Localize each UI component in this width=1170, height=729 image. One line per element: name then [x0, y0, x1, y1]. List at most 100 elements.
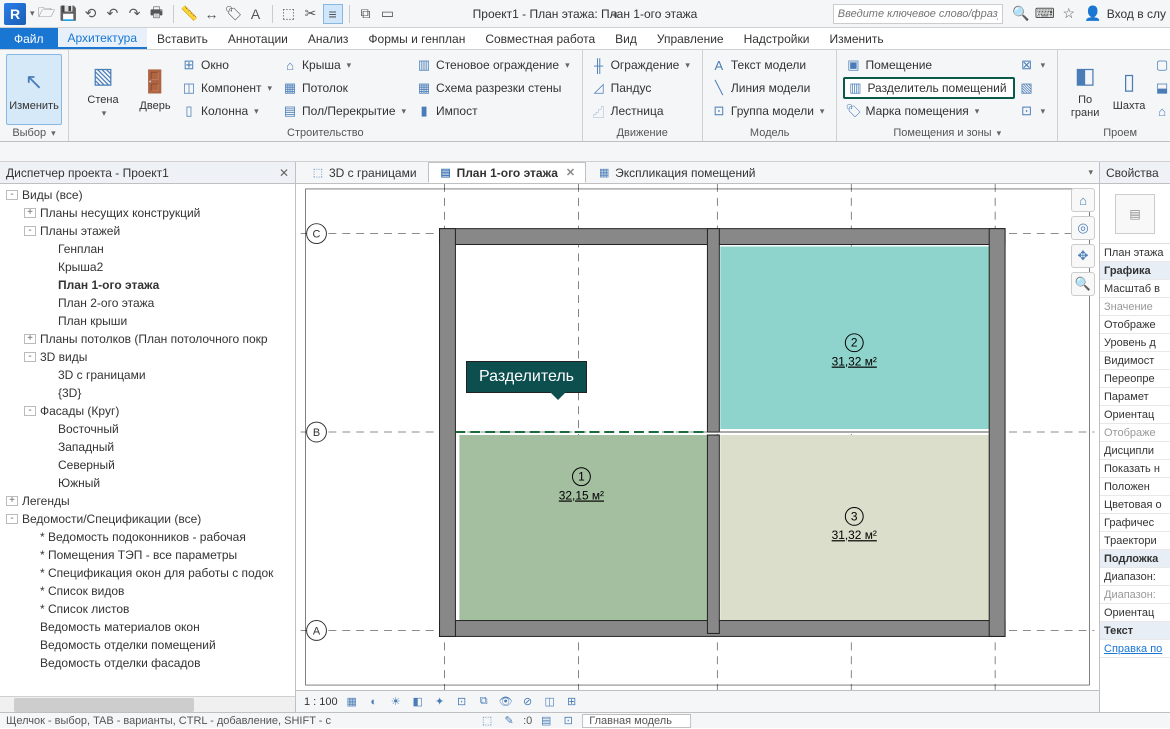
tree-node[interactable]: -3D виды: [0, 348, 295, 366]
tree-node[interactable]: -Виды (все): [0, 186, 295, 204]
curtain-wall-button[interactable]: ▥Стеновое ограждение▾: [414, 54, 576, 76]
column-button[interactable]: ▯Колонна▾: [179, 100, 278, 122]
favorite-icon[interactable]: ☆: [1059, 4, 1079, 24]
tree-toggle-icon[interactable]: -: [24, 226, 36, 236]
tree-node[interactable]: План 1-ого этажа: [0, 276, 295, 294]
prop-row[interactable]: Отображе: [1100, 316, 1170, 334]
tree-node[interactable]: Генплан: [0, 240, 295, 258]
crop-icon[interactable]: ⊡: [454, 694, 470, 710]
prop-row[interactable]: Ориентац: [1100, 406, 1170, 424]
tree-node[interactable]: * Ведомость подоконников - рабочая: [0, 528, 295, 546]
wall-opening-button[interactable]: ▢: [1152, 54, 1170, 76]
redo-icon[interactable]: ↷: [125, 4, 145, 24]
open-icon[interactable]: 🗁: [37, 4, 57, 24]
prop-row[interactable]: Цветовая о: [1100, 496, 1170, 514]
tree-node[interactable]: -Фасады (Круг): [0, 402, 295, 420]
tree-node[interactable]: +Планы несущих конструкций: [0, 204, 295, 222]
crop-show-icon[interactable]: ⧉: [476, 694, 492, 710]
menu-modify[interactable]: Изменить: [819, 28, 893, 49]
home-icon[interactable]: ⌂: [1071, 188, 1095, 212]
model-group-button[interactable]: ⊡Группа модели▾: [709, 100, 831, 122]
tree-node[interactable]: * Спецификация окон для работы с подок: [0, 564, 295, 582]
reveal-icon[interactable]: ◫: [542, 694, 558, 710]
stair-button[interactable]: 𓊍Лестница: [589, 100, 696, 122]
measure-icon[interactable]: 📏: [180, 4, 200, 24]
tree-node[interactable]: Северный: [0, 456, 295, 474]
menu-insert[interactable]: Вставить: [147, 28, 218, 49]
worksets-icon[interactable]: ✎: [501, 713, 517, 729]
tree-node[interactable]: 3D с границами: [0, 366, 295, 384]
keyword-search[interactable]: [833, 4, 1003, 24]
tree-node[interactable]: +Легенды: [0, 492, 295, 510]
tree-node[interactable]: * Список листов: [0, 600, 295, 618]
tree-toggle-icon[interactable]: -: [24, 406, 36, 416]
tree-toggle-icon[interactable]: -: [24, 352, 36, 362]
temp-hide-icon[interactable]: ⊘: [520, 694, 536, 710]
print-icon[interactable]: 🖶: [147, 4, 167, 24]
menu-annotate[interactable]: Аннотации: [218, 28, 298, 49]
wall-button[interactable]: ▧ Стена▾: [75, 54, 131, 125]
close-icon[interactable]: ✕: [279, 166, 289, 180]
ceiling-button[interactable]: ▦Потолок: [280, 77, 412, 99]
unhide-icon[interactable]: 👁: [498, 694, 514, 710]
worksharing-icon[interactable]: ⊞: [564, 694, 580, 710]
vert-opening-button[interactable]: ⬓: [1152, 77, 1170, 99]
tree-node[interactable]: Западный: [0, 438, 295, 456]
sync-icon[interactable]: ⟲: [81, 4, 101, 24]
tabs-overflow-icon[interactable]: ▾: [1088, 167, 1093, 178]
tag-icon[interactable]: 🏷: [224, 4, 244, 24]
tree-node[interactable]: План крыши: [0, 312, 295, 330]
curtain-grid-button[interactable]: ▦Схема разрезки стены: [414, 77, 576, 99]
keyword-input[interactable]: [838, 8, 998, 20]
detail-level-icon[interactable]: ▦: [344, 694, 360, 710]
door-button[interactable]: 🚪 Дверь: [133, 54, 177, 125]
tab-close-icon[interactable]: ✕: [566, 166, 575, 179]
tree-toggle-icon[interactable]: +: [24, 334, 36, 344]
tree-toggle-icon[interactable]: +: [6, 496, 18, 506]
user-icon[interactable]: 👤: [1083, 4, 1103, 24]
close-inactive-icon[interactable]: ⧉: [356, 4, 376, 24]
infocenter-icon[interactable]: 🔍: [1011, 4, 1031, 24]
byface-button[interactable]: ◧ По грани: [1064, 54, 1106, 125]
chevron-down-icon[interactable]: ▾: [51, 128, 56, 138]
menu-view[interactable]: Вид: [605, 28, 647, 49]
tree-node[interactable]: Восточный: [0, 420, 295, 438]
editable-only-icon[interactable]: ⊡: [560, 713, 576, 729]
h-scrollbar[interactable]: [0, 696, 295, 712]
section-icon[interactable]: ✂: [301, 4, 321, 24]
prop-row[interactable]: Диапазон:: [1100, 568, 1170, 586]
tree-node[interactable]: Ведомость отделки фасадов: [0, 654, 295, 672]
prop-row[interactable]: Уровень д: [1100, 334, 1170, 352]
tab-plan1[interactable]: ▤План 1-ого этажа✕: [428, 162, 587, 183]
select-all-icon[interactable]: ⬚: [479, 713, 495, 729]
ramp-button[interactable]: ◿Пандус: [589, 77, 696, 99]
prop-row[interactable]: Масштаб в: [1100, 280, 1170, 298]
tree-node[interactable]: Южный: [0, 474, 295, 492]
prop-row[interactable]: Видимост: [1100, 352, 1170, 370]
tree-node[interactable]: Крыша2: [0, 258, 295, 276]
menu-architecture[interactable]: Архитектура: [58, 28, 148, 49]
prop-row[interactable]: Значение: [1100, 298, 1170, 316]
chevron-down-icon[interactable]: ▾: [997, 128, 1002, 138]
project-tree[interactable]: -Виды (все)+Планы несущих конструкций - Пл…: [0, 184, 295, 696]
prop-row[interactable]: Диапазон:: [1100, 586, 1170, 604]
app-menu-chevron-icon[interactable]: ▾: [30, 8, 35, 19]
steering-wheel-icon[interactable]: ◎: [1071, 216, 1095, 240]
tab-3d[interactable]: ⬚3D с границами: [300, 162, 428, 183]
tree-node[interactable]: * Список видов: [0, 582, 295, 600]
drawing-canvas[interactable]: C B A: [296, 184, 1099, 690]
menu-manage[interactable]: Управление: [647, 28, 734, 49]
scale-label[interactable]: 1 : 100: [304, 696, 338, 708]
prop-row[interactable]: Траектори: [1100, 532, 1170, 550]
tree-node[interactable]: -Ведомости/Спецификации (все): [0, 510, 295, 528]
tab-schedule[interactable]: ▦Экспликация помещений: [586, 162, 766, 183]
prop-row[interactable]: Дисципли: [1100, 442, 1170, 460]
menu-file[interactable]: Файл: [0, 28, 58, 49]
scrollbar-thumb[interactable]: [14, 698, 194, 712]
model-text-button[interactable]: AТекст модели: [709, 54, 831, 76]
zoom-icon[interactable]: 🔍: [1071, 272, 1095, 296]
room-1-fill[interactable]: [459, 435, 707, 624]
tree-node[interactable]: {3D}: [0, 384, 295, 402]
mullion-button[interactable]: ▮Импост: [414, 100, 576, 122]
visual-style-icon[interactable]: ◐: [366, 694, 382, 710]
